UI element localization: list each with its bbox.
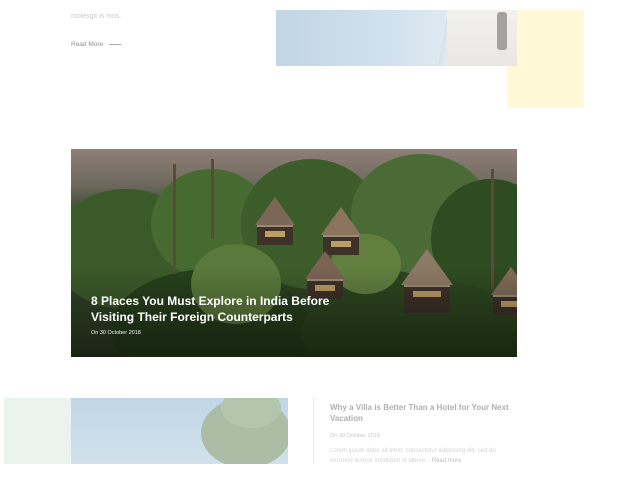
pool-thumbnail[interactable] [276,10,517,66]
vertical-divider [313,398,314,464]
arrow-line-icon [109,44,122,45]
post-title[interactable]: Why a Villa is Better Than a Hotel for Y… [330,402,520,424]
read-more-label: Read More [71,41,104,48]
post-thumbnail[interactable] [71,398,288,464]
treehouse [319,207,363,255]
featured-post-card[interactable]: 8 Places You Must Explore in India Befor… [71,149,517,357]
post-excerpt: Lorem ipsum dolor sit amet, consectetur … [330,446,520,466]
accent-block [507,10,584,108]
featured-post-date: On 30 October 2018 [91,330,141,336]
post-date: On 30 October 2018 [330,433,380,439]
post-excerpt-tail: molesgit is mos. [71,13,122,20]
treehouse [253,197,297,245]
accent-block [4,398,72,464]
featured-post-title[interactable]: 8 Places You Must Explore in India Befor… [91,293,361,325]
read-more-link[interactable]: Read more [432,458,462,464]
read-more-link[interactable]: Read More [71,41,122,48]
post-excerpt-text: Lorem ipsum dolor sit amet, consectetur … [330,448,496,464]
